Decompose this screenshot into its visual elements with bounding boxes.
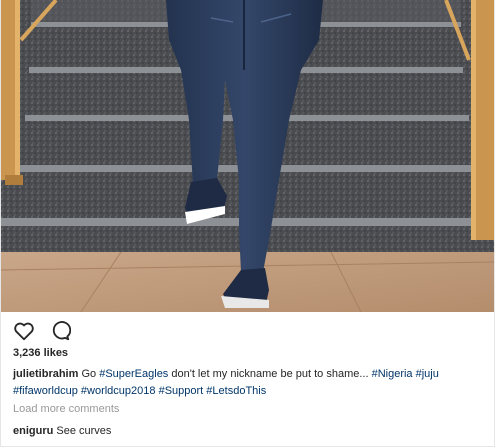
load-more-comments-link[interactable]: Load more comments — [13, 403, 119, 415]
caption-text: Go — [78, 368, 100, 380]
hashtag-link[interactable]: #worldcup2018 — [81, 385, 156, 397]
hashtag-link[interactable]: #SuperEagles — [99, 368, 168, 380]
photo-illustration — [1, 0, 494, 312]
hashtag-link[interactable]: #LetsdoThis — [206, 385, 266, 397]
likes-count[interactable]: 3,236 likes — [13, 347, 68, 359]
heart-icon[interactable] — [13, 320, 35, 342]
hashtag-link[interactable]: #juju — [416, 368, 439, 380]
hashtag-link[interactable]: #fifaworldcup — [13, 385, 78, 397]
hashtag-link[interactable]: #Nigeria — [372, 368, 413, 380]
caption-username[interactable]: julietibrahim — [13, 368, 78, 380]
hashtag-link[interactable]: #Support — [159, 385, 204, 397]
instagram-post: 3,236 likes julietibrahim Go #SuperEagle… — [0, 0, 495, 447]
post-caption: julietibrahim Go #SuperEagles don't let … — [13, 366, 483, 400]
comment-text: See curves — [53, 425, 112, 437]
comment-item: eniguru See curves — [13, 425, 111, 437]
post-photo[interactable] — [1, 0, 494, 312]
comment-username[interactable]: eniguru — [13, 425, 53, 437]
comment-bubble-icon[interactable] — [49, 320, 72, 342]
post-actions — [13, 320, 72, 344]
caption-text: don't let my nickname be put to shame... — [168, 368, 372, 380]
